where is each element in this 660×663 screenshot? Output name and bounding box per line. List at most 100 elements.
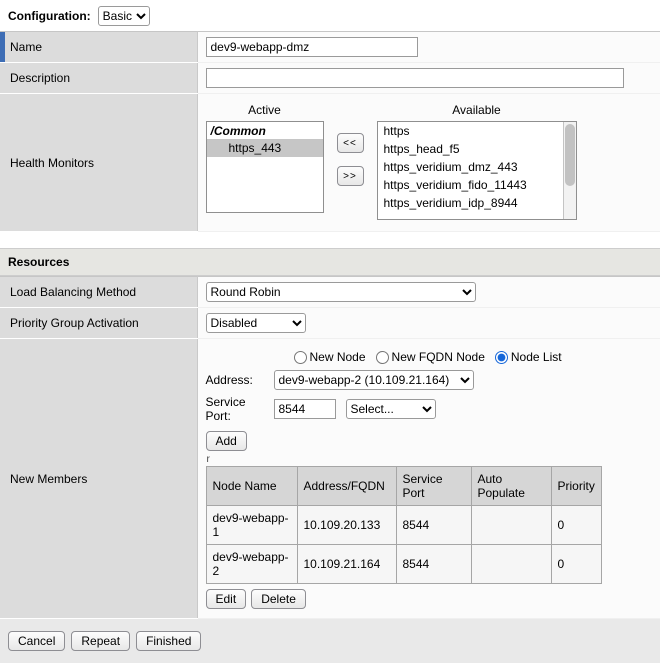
members-header-node-name: Node Name [206, 467, 297, 506]
priority-group-content-cell: Disabled [197, 308, 660, 339]
health-monitors-label-cell: Health Monitors [0, 94, 197, 232]
active-list-item[interactable]: https_443 [207, 139, 323, 157]
members-header-auto-populate: Auto Populate [471, 467, 551, 506]
pool-configuration-page: Configuration: Basic Name Description [0, 0, 660, 663]
members-header-address: Address/FQDN [297, 467, 396, 506]
available-list-item[interactable]: https_head_f5 [378, 140, 562, 158]
new-node-radio-option[interactable]: New Node [294, 350, 366, 364]
member-address: 10.109.20.133 [297, 506, 396, 545]
health-monitors-row: Health Monitors Active /Common https_443… [0, 94, 660, 232]
configuration-bar: Configuration: Basic [0, 0, 660, 31]
service-port-input[interactable] [274, 399, 336, 419]
load-balancing-content-cell: Round Robin [197, 277, 660, 308]
member-service-port: 8544 [396, 506, 471, 545]
configuration-label: Configuration: [8, 9, 91, 23]
available-listbox[interactable]: https https_head_f5 https_veridium_dmz_4… [377, 121, 577, 220]
name-row: Name [0, 32, 660, 63]
service-port-row: Service Port: Select... [206, 395, 653, 423]
new-node-radio[interactable] [294, 351, 307, 364]
name-content-cell [197, 32, 660, 63]
available-items: https https_head_f5 https_veridium_dmz_4… [378, 122, 576, 212]
available-column: Available https https_head_f5 https_veri… [377, 101, 577, 220]
new-node-radio-label: New Node [310, 350, 366, 364]
new-members-label: New Members [10, 472, 87, 486]
active-list-group: /Common [207, 122, 323, 139]
node-list-radio[interactable] [495, 351, 508, 364]
members-actions: Edit Delete [206, 589, 653, 609]
available-scrollbar[interactable] [563, 122, 576, 219]
new-fqdn-node-radio[interactable] [376, 351, 389, 364]
name-input[interactable] [206, 37, 418, 57]
priority-group-label-cell: Priority Group Activation [0, 308, 197, 339]
priority-group-activation-label: Priority Group Activation [10, 316, 139, 330]
move-right-button[interactable]: >> [337, 166, 364, 186]
description-label: Description [10, 71, 70, 85]
name-label-cell: Name [0, 32, 197, 63]
new-members-row: New Members New Node New FQDN Node [0, 339, 660, 619]
move-left-button[interactable]: << [337, 133, 364, 153]
load-balancing-label-cell: Load Balancing Method [0, 277, 197, 308]
stray-text: r [207, 455, 653, 465]
members-header-priority: Priority [551, 467, 601, 506]
members-table-header-row: Node Name Address/FQDN Service Port Auto… [206, 467, 601, 506]
member-auto-populate [471, 506, 551, 545]
add-button[interactable]: Add [206, 431, 247, 451]
member-node-name: dev9-webapp-1 [206, 506, 297, 545]
description-input[interactable] [206, 68, 624, 88]
available-list-item[interactable]: https_veridium_idp_8944 [378, 194, 562, 212]
member-priority: 0 [551, 545, 601, 584]
health-monitors-label: Health Monitors [10, 156, 94, 170]
cancel-button[interactable]: Cancel [8, 631, 65, 651]
priority-group-activation-select[interactable]: Disabled [206, 313, 306, 333]
finished-button[interactable]: Finished [136, 631, 201, 651]
new-fqdn-node-radio-label: New FQDN Node [392, 350, 485, 364]
load-balancing-method-label: Load Balancing Method [10, 285, 136, 299]
new-members-panel: New Node New FQDN Node Node List Address… [206, 344, 653, 613]
description-content-cell [197, 63, 660, 94]
port-type-select[interactable]: Select... [346, 399, 436, 419]
required-field-marker [0, 32, 5, 62]
load-balancing-row: Load Balancing Method Round Robin [0, 277, 660, 308]
member-type-radios: New Node New FQDN Node Node List [294, 350, 653, 364]
available-list-item[interactable]: https_veridium_fido_11443 [378, 176, 562, 194]
available-list-item[interactable]: https_veridium_dmz_443 [378, 158, 562, 176]
address-label: Address: [206, 373, 270, 387]
edit-button[interactable]: Edit [206, 589, 247, 609]
active-listbox[interactable]: /Common https_443 [206, 121, 324, 213]
table-row[interactable]: dev9-webapp-1 10.109.20.133 8544 0 [206, 506, 601, 545]
basic-configuration-table: Name Description Health Monitors Active [0, 31, 660, 232]
member-node-name: dev9-webapp-2 [206, 545, 297, 584]
address-row: Address: dev9-webapp-2 (10.109.21.164) [206, 370, 653, 390]
member-auto-populate [471, 545, 551, 584]
member-service-port: 8544 [396, 545, 471, 584]
service-port-label: Service Port: [206, 395, 270, 423]
priority-group-row: Priority Group Activation Disabled [0, 308, 660, 339]
available-scrollbar-thumb[interactable] [565, 124, 575, 186]
move-buttons: << >> [337, 133, 364, 186]
new-fqdn-node-radio-option[interactable]: New FQDN Node [376, 350, 485, 364]
health-monitors-dual-list: Active /Common https_443 << >> Available [206, 99, 653, 226]
footer-bar: Cancel Repeat Finished [0, 619, 660, 663]
load-balancing-method-select[interactable]: Round Robin [206, 282, 476, 302]
active-list-title: Active [248, 101, 281, 121]
member-address: 10.109.21.164 [297, 545, 396, 584]
new-members-label-cell: New Members [0, 339, 197, 619]
table-row[interactable]: dev9-webapp-2 10.109.21.164 8544 0 [206, 545, 601, 584]
available-list-title: Available [452, 101, 500, 121]
resources-table: Load Balancing Method Round Robin Priori… [0, 276, 660, 619]
available-list-item[interactable]: https [378, 122, 562, 140]
repeat-button[interactable]: Repeat [71, 631, 130, 651]
members-table: Node Name Address/FQDN Service Port Auto… [206, 466, 602, 584]
description-row: Description [0, 63, 660, 94]
new-members-content-cell: New Node New FQDN Node Node List Address… [197, 339, 660, 619]
resources-section-header: Resources [0, 248, 660, 276]
node-list-radio-option[interactable]: Node List [495, 350, 562, 364]
address-select[interactable]: dev9-webapp-2 (10.109.21.164) [274, 370, 474, 390]
member-priority: 0 [551, 506, 601, 545]
delete-button[interactable]: Delete [251, 589, 306, 609]
configuration-select[interactable]: Basic [98, 6, 150, 26]
description-label-cell: Description [0, 63, 197, 94]
members-header-service-port: Service Port [396, 467, 471, 506]
node-list-radio-label: Node List [511, 350, 562, 364]
health-monitors-content-cell: Active /Common https_443 << >> Available [197, 94, 660, 232]
